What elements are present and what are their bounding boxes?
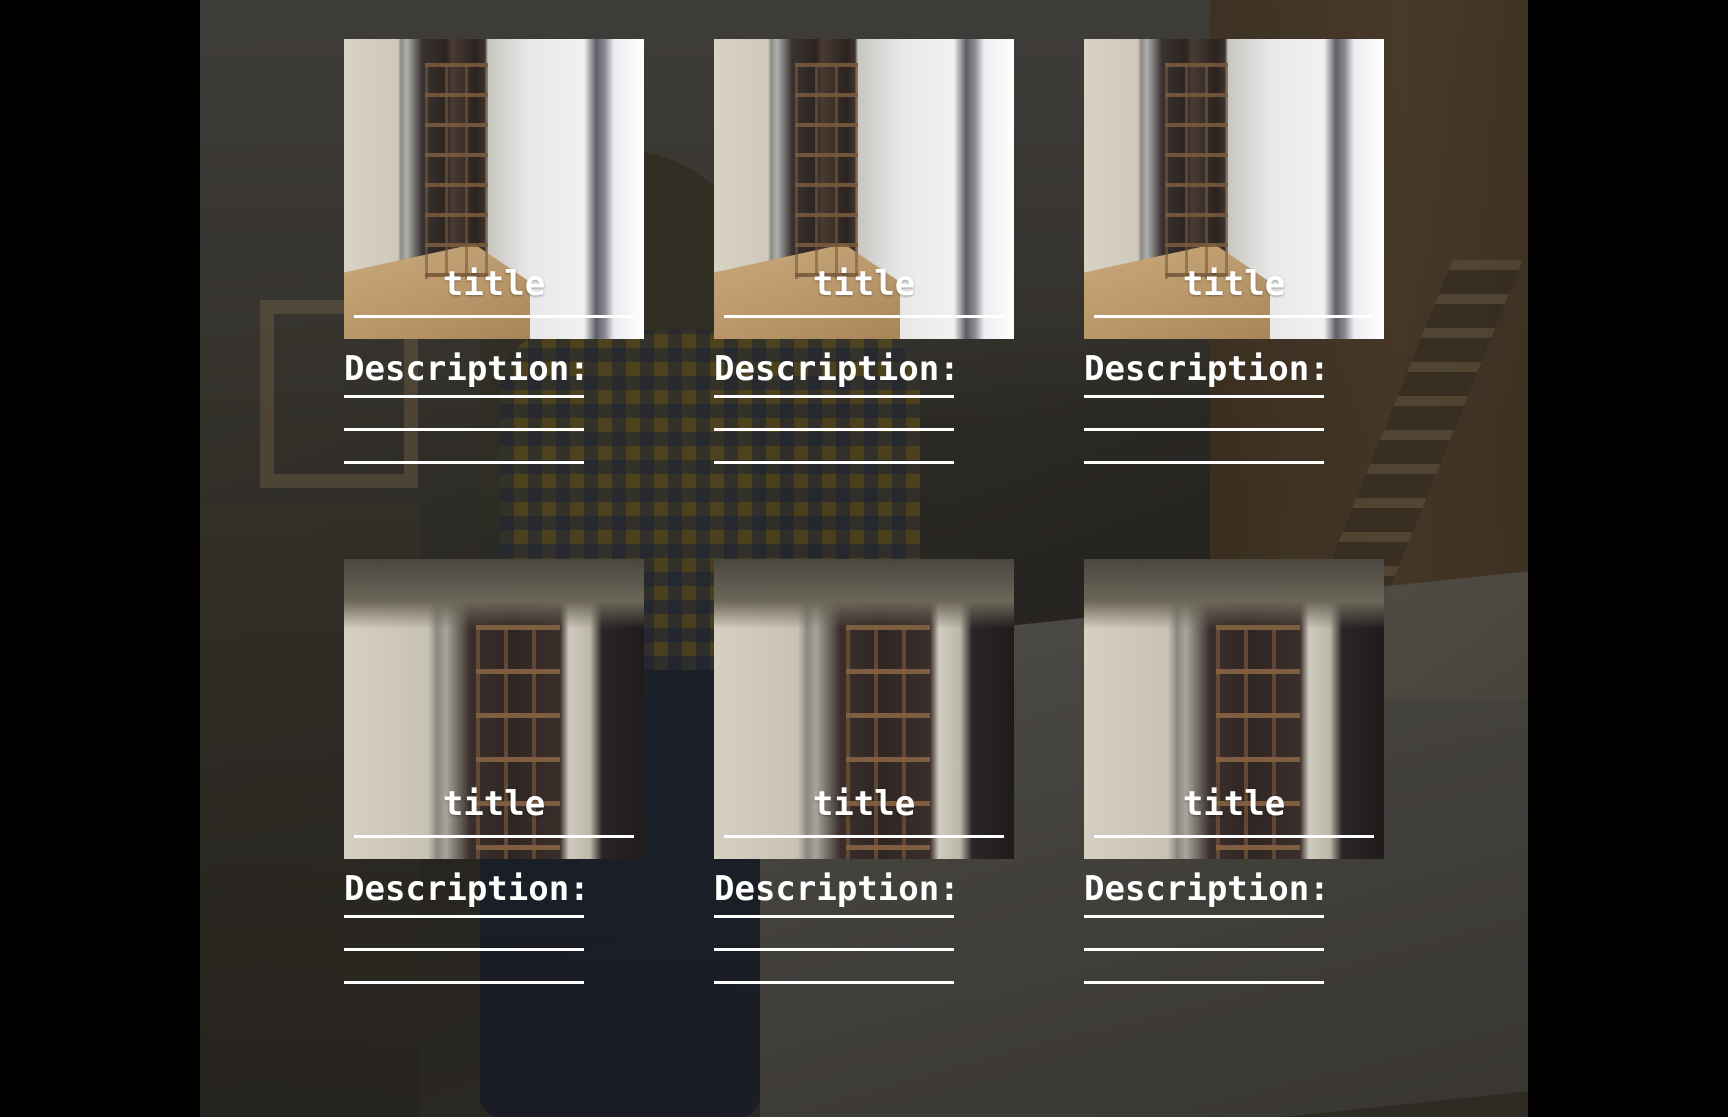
title-underline: [1094, 315, 1374, 318]
description-line: [1084, 981, 1324, 984]
description-line: [1084, 915, 1324, 918]
description-line: [1084, 948, 1324, 951]
description-line: [344, 915, 584, 918]
card-title: title: [812, 784, 916, 824]
card-title: title: [1182, 264, 1286, 304]
description-line: [344, 428, 584, 431]
description-line: [714, 915, 954, 918]
title-underline: [724, 315, 1004, 318]
description-line: [1084, 428, 1324, 431]
description-line: [1084, 461, 1324, 464]
card-image[interactable]: title: [344, 559, 644, 859]
card-title: title: [442, 264, 546, 304]
description-label: Description:: [1084, 869, 1330, 909]
title-underline: [1094, 835, 1374, 838]
description-line: [714, 461, 954, 464]
card-image[interactable]: title: [714, 39, 1014, 339]
card-image[interactable]: title: [714, 559, 1014, 859]
description-label: Description:: [714, 349, 960, 389]
card-title: title: [1182, 784, 1286, 824]
description-line: [714, 395, 954, 398]
description-line: [714, 981, 954, 984]
gallery-card[interactable]: title Description:: [344, 559, 644, 984]
gallery-card[interactable]: title Description:: [714, 39, 1014, 464]
description-label: Description:: [714, 869, 960, 909]
card-image[interactable]: title: [344, 39, 644, 339]
gallery-card[interactable]: title Description:: [344, 39, 644, 464]
gallery-card[interactable]: title Description:: [1084, 39, 1384, 464]
description-label: Description:: [1084, 349, 1330, 389]
description-line: [714, 428, 954, 431]
title-underline: [354, 835, 634, 838]
description-label: Description:: [344, 349, 590, 389]
gallery-card[interactable]: title Description:: [1084, 559, 1384, 984]
title-underline: [354, 315, 634, 318]
description-line: [344, 461, 584, 464]
card-image[interactable]: title: [1084, 559, 1384, 859]
card-image[interactable]: title: [1084, 39, 1384, 339]
description-line: [714, 948, 954, 951]
title-underline: [724, 835, 1004, 838]
description-label: Description:: [344, 869, 590, 909]
description-line: [344, 981, 584, 984]
description-line: [344, 395, 584, 398]
description-line: [1084, 395, 1324, 398]
card-title: title: [812, 264, 916, 304]
gallery-card[interactable]: title Description:: [714, 559, 1014, 984]
card-title: title: [442, 784, 546, 824]
description-line: [344, 948, 584, 951]
